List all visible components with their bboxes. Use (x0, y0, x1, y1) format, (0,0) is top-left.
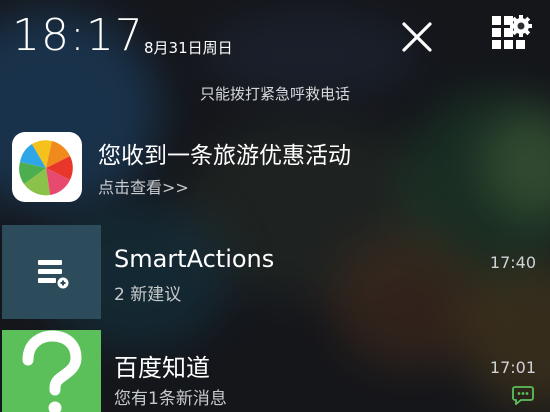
quick-settings-button[interactable] (490, 14, 532, 56)
notification-travel-promo[interactable]: 您收到一条旅游优惠活动 点击查看>> (0, 128, 550, 208)
notification-subtitle: 点击查看>> (98, 178, 189, 197)
smartactions-icon (2, 225, 101, 319)
notification-time: 17:40 (489, 253, 536, 272)
date-label: 8月31日周日 (144, 39, 233, 57)
notification-baidu-zhidao[interactable]: 百度知道 您有1条新消息 17:01 (0, 330, 550, 412)
grid-settings-icon (492, 15, 532, 49)
question-mark-icon (2, 330, 101, 412)
app-store-icon (12, 132, 82, 202)
notification-time: 17:01 (489, 358, 536, 377)
shade-header: 18:17 8月31日周日 只能拨打紧急呼救电话 (0, 0, 550, 103)
notification-shade: 18:17 8月31日周日 只能拨打紧急呼救电话 您收到一条旅游优惠活动 点击查… (0, 0, 550, 412)
clock: 18:17 (12, 10, 144, 61)
notification-title: 百度知道 (114, 354, 210, 382)
clear-all-button[interactable] (398, 18, 436, 56)
emergency-call-notice: 只能拨打紧急呼救电话 (199, 85, 350, 103)
notification-smartactions[interactable]: SmartActions 2 新建议 17:40 (0, 225, 550, 321)
chat-bubble-icon (512, 385, 534, 406)
notification-subtitle: 您有1条新消息 (114, 389, 227, 409)
notification-subtitle: 2 新建议 (114, 285, 182, 305)
notification-title: 您收到一条旅游优惠活动 (98, 143, 351, 169)
close-icon (402, 22, 432, 52)
notification-title: SmartActions (114, 245, 275, 273)
